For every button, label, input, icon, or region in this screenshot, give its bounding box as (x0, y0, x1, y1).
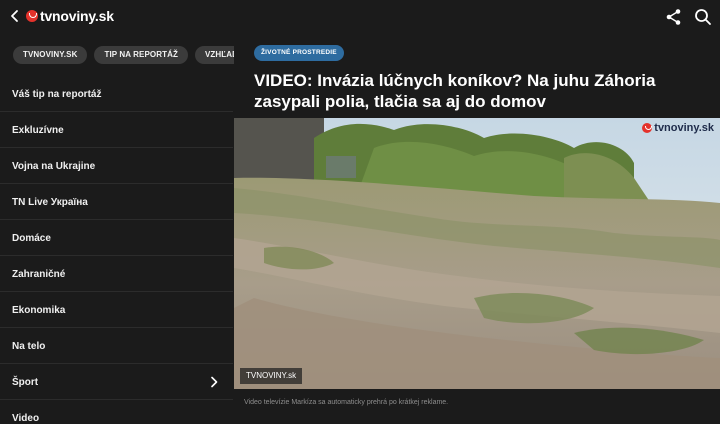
video-thumbnail (234, 118, 720, 389)
logo-text: tvnoviny.sk (40, 8, 114, 24)
article-panel: ŽIVOTNÉ PROSTREDIE VIDEO: Invázia lúčnyc… (234, 33, 720, 421)
menu-item-label: Šport (12, 377, 39, 388)
menu-item-label: Ekonomika (12, 305, 66, 316)
quick-links: TVNOVINY.SK TIP NA REPORTÁŽ VZHĽAD (13, 46, 262, 64)
top-bar: tvnoviny.sk (0, 0, 720, 33)
share-icon[interactable] (665, 8, 683, 26)
chip-tvnoviny[interactable]: TVNOVINY.SK (13, 46, 88, 64)
video-watermark: tvnoviny.sk (642, 122, 714, 134)
watermark-text: tvnoviny.sk (654, 122, 714, 134)
category-tag[interactable]: ŽIVOTNÉ PROSTREDIE (254, 45, 344, 61)
chevron-right-icon (211, 376, 218, 388)
article-headline[interactable]: VIDEO: Invázia lúčnych koníkov? Na juhu … (254, 70, 714, 112)
menu-item-exkluzivne[interactable]: Exkluzívne (0, 112, 233, 148)
menu-item-label: Váš tip na reportáž (12, 89, 102, 100)
video-player[interactable]: tvnoviny.sk TVNOVINY.sk (234, 118, 720, 389)
menu-item-na-telo[interactable]: Na telo (0, 328, 233, 364)
menu-item-label: Zahraničné (12, 269, 66, 280)
search-icon[interactable] (694, 8, 712, 26)
menu-item-label: TN Live Україна (12, 197, 88, 208)
menu-item-label: Exkluzívne (12, 125, 64, 136)
menu-item-label: Na telo (12, 341, 46, 352)
back-arrow-icon[interactable] (7, 8, 23, 24)
menu-item-ekonomika[interactable]: Ekonomika (0, 292, 233, 328)
video-caption: Video televízie Markíza sa automaticky p… (244, 399, 449, 406)
menu-item-tip[interactable]: Váš tip na reportáž (0, 76, 233, 112)
video-source-badge: TVNOVINY.sk (240, 368, 303, 384)
logo-icon (26, 10, 38, 22)
menu-item-vojna[interactable]: Vojna na Ukrajine (0, 148, 233, 184)
menu-item-label: Vojna na Ukrajine (12, 161, 96, 172)
menu-item-domace[interactable]: Domáce (0, 220, 233, 256)
site-logo[interactable]: tvnoviny.sk (26, 7, 114, 25)
menu-item-sport[interactable]: Šport (0, 364, 233, 400)
sidebar-menu: Váš tip na reportáž Exkluzívne Vojna na … (0, 76, 233, 400)
menu-item-zahranicne[interactable]: Zahraničné (0, 256, 233, 292)
menu-item-tn-live[interactable]: TN Live Україна (0, 184, 233, 220)
watermark-logo-icon (642, 123, 653, 133)
menu-item-video[interactable]: Video (12, 413, 39, 424)
chip-tip-na-reportaz[interactable]: TIP NA REPORTÁŽ (94, 46, 188, 64)
menu-item-label: Domáce (12, 233, 51, 244)
